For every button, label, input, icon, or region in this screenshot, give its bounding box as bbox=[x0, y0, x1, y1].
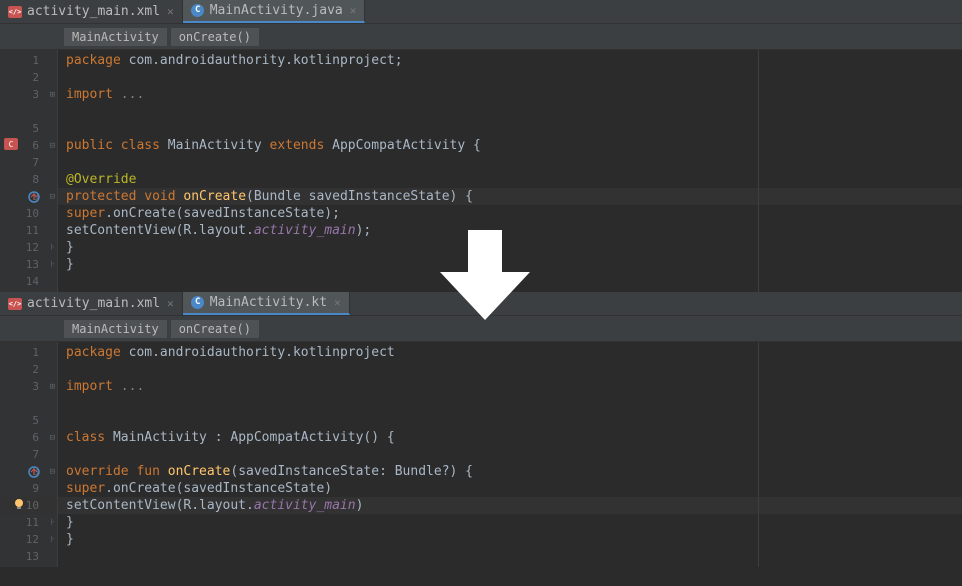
line-number: 2 bbox=[32, 71, 39, 84]
override-gutter-icon[interactable] bbox=[28, 191, 40, 203]
line-number: 13 bbox=[26, 550, 39, 563]
line-number: 10 bbox=[26, 499, 39, 512]
breadcrumb-bar-top: MainActivity onCreate() bbox=[0, 24, 962, 50]
line-number: 5 bbox=[32, 414, 39, 427]
tab-main-activity-java[interactable]: C MainActivity.java ✕ bbox=[183, 0, 366, 23]
gutter-bottom[interactable]: 1 2 3⊞ 5 6⊟ 7 8⊟ 9 10 11⊦ 12⊦ 13 bbox=[0, 342, 58, 567]
kotlin-class-icon: C bbox=[191, 296, 205, 310]
line-number: 9 bbox=[32, 482, 39, 495]
line-number: 7 bbox=[32, 156, 39, 169]
breadcrumb-method[interactable]: onCreate() bbox=[171, 28, 259, 46]
close-icon[interactable]: ✕ bbox=[350, 4, 357, 17]
line-number: 6 bbox=[32, 431, 39, 444]
line-number: 3 bbox=[32, 88, 39, 101]
right-margin-line bbox=[758, 50, 759, 292]
line-number: 10 bbox=[26, 207, 39, 220]
code-content-top[interactable]: package com.androidauthority.kotlinproje… bbox=[58, 50, 962, 292]
fold-icon[interactable]: ⊟ bbox=[50, 141, 55, 151]
line-number: 11 bbox=[26, 516, 39, 529]
close-icon[interactable]: ✕ bbox=[167, 297, 174, 310]
tab-main-activity-kt[interactable]: C MainActivity.kt ✕ bbox=[183, 292, 350, 315]
code-area-bottom: 1 2 3⊞ 5 6⊟ 7 8⊟ 9 10 11⊦ 12⊦ 13 package… bbox=[0, 342, 962, 567]
line-number: 6 bbox=[32, 139, 39, 152]
code-area-top: 1 2 3⊞ 5 C6⊟ 7 8 9⊟ 10 11 12⊦ 13⊦ 14 pac… bbox=[0, 50, 962, 292]
fold-icon[interactable]: ⊦ bbox=[50, 518, 55, 528]
tab-label: activity_main.xml bbox=[27, 296, 160, 311]
tab-label: MainActivity.java bbox=[210, 3, 343, 18]
fold-icon[interactable]: ⊦ bbox=[50, 243, 55, 253]
line-number: 11 bbox=[26, 224, 39, 237]
close-icon[interactable]: ✕ bbox=[334, 296, 341, 309]
fold-icon[interactable]: ⊦ bbox=[50, 535, 55, 545]
override-gutter-icon[interactable] bbox=[28, 466, 40, 478]
line-number: 1 bbox=[32, 54, 39, 67]
intention-bulb-icon[interactable] bbox=[12, 497, 26, 514]
fold-icon[interactable]: ⊞ bbox=[50, 382, 55, 392]
tab-bar-top: </> activity_main.xml ✕ C MainActivity.j… bbox=[0, 0, 962, 24]
fold-icon[interactable]: ⊦ bbox=[50, 260, 55, 270]
fold-icon[interactable]: ⊟ bbox=[50, 433, 55, 443]
breadcrumb-method[interactable]: onCreate() bbox=[171, 320, 259, 338]
bottom-editor-pane: </> activity_main.xml ✕ C MainActivity.k… bbox=[0, 292, 962, 567]
breadcrumb-class[interactable]: MainActivity bbox=[64, 320, 167, 338]
xml-file-icon: </> bbox=[8, 5, 22, 19]
xml-file-icon: </> bbox=[8, 297, 22, 311]
line-number: 12 bbox=[26, 241, 39, 254]
line-number: 5 bbox=[32, 122, 39, 135]
line-number: 2 bbox=[32, 363, 39, 376]
gutter-top[interactable]: 1 2 3⊞ 5 C6⊟ 7 8 9⊟ 10 11 12⊦ 13⊦ 14 bbox=[0, 50, 58, 292]
tab-activity-main-xml[interactable]: </> activity_main.xml ✕ bbox=[0, 0, 183, 23]
line-number: 14 bbox=[26, 275, 39, 288]
tab-label: activity_main.xml bbox=[27, 4, 160, 19]
tab-bar-bottom: </> activity_main.xml ✕ C MainActivity.k… bbox=[0, 292, 962, 316]
breadcrumb-bar-bottom: MainActivity onCreate() bbox=[0, 316, 962, 342]
line-number: 12 bbox=[26, 533, 39, 546]
line-number: 8 bbox=[32, 173, 39, 186]
line-number: 13 bbox=[26, 258, 39, 271]
code-content-bottom[interactable]: package com.androidauthority.kotlinproje… bbox=[58, 342, 962, 567]
line-number: 1 bbox=[32, 346, 39, 359]
close-icon[interactable]: ✕ bbox=[167, 5, 174, 18]
fold-icon[interactable]: ⊟ bbox=[50, 192, 55, 202]
line-number: 7 bbox=[32, 448, 39, 461]
class-gutter-icon[interactable]: C bbox=[4, 138, 18, 153]
fold-icon[interactable]: ⊞ bbox=[50, 90, 55, 100]
tab-activity-main-xml[interactable]: </> activity_main.xml ✕ bbox=[0, 292, 183, 315]
breadcrumb-class[interactable]: MainActivity bbox=[64, 28, 167, 46]
right-margin-line bbox=[758, 342, 759, 567]
top-editor-pane: </> activity_main.xml ✕ C MainActivity.j… bbox=[0, 0, 962, 292]
svg-text:C: C bbox=[9, 140, 14, 149]
java-class-icon: C bbox=[191, 4, 205, 18]
line-number: 3 bbox=[32, 380, 39, 393]
fold-icon[interactable]: ⊟ bbox=[50, 467, 55, 477]
tab-label: MainActivity.kt bbox=[210, 295, 327, 310]
